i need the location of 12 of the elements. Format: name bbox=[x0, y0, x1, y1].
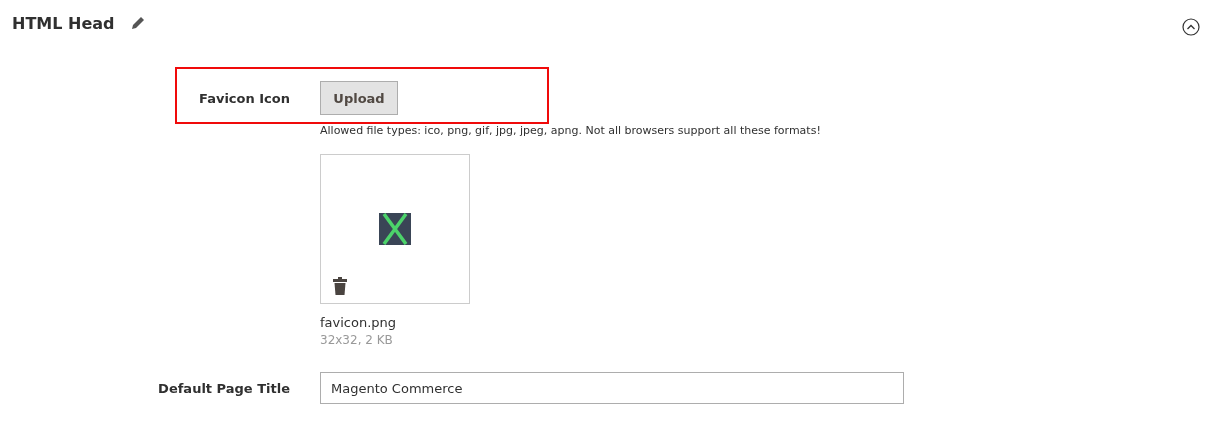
file-name: favicon.png bbox=[320, 315, 397, 330]
trash-icon[interactable] bbox=[333, 277, 347, 295]
file-types-note: Allowed file types: ico, png, gif, jpg, jpeg, apng. Not all browsers support all these formats! bbox=[320, 124, 821, 137]
collapse-icon[interactable] bbox=[1182, 18, 1200, 36]
pencil-icon[interactable] bbox=[131, 16, 146, 30]
page-title-field[interactable]: Magento Commerce bbox=[320, 372, 904, 404]
file-info: 32x32, 2 KB bbox=[320, 333, 393, 347]
section-title: HTML Head bbox=[12, 13, 115, 33]
field-label: Default Page Title bbox=[157, 380, 290, 396]
upload-button[interactable]: Upload bbox=[320, 81, 398, 115]
field-label: Favicon Icon bbox=[198, 90, 290, 106]
favicon-image bbox=[379, 213, 411, 245]
